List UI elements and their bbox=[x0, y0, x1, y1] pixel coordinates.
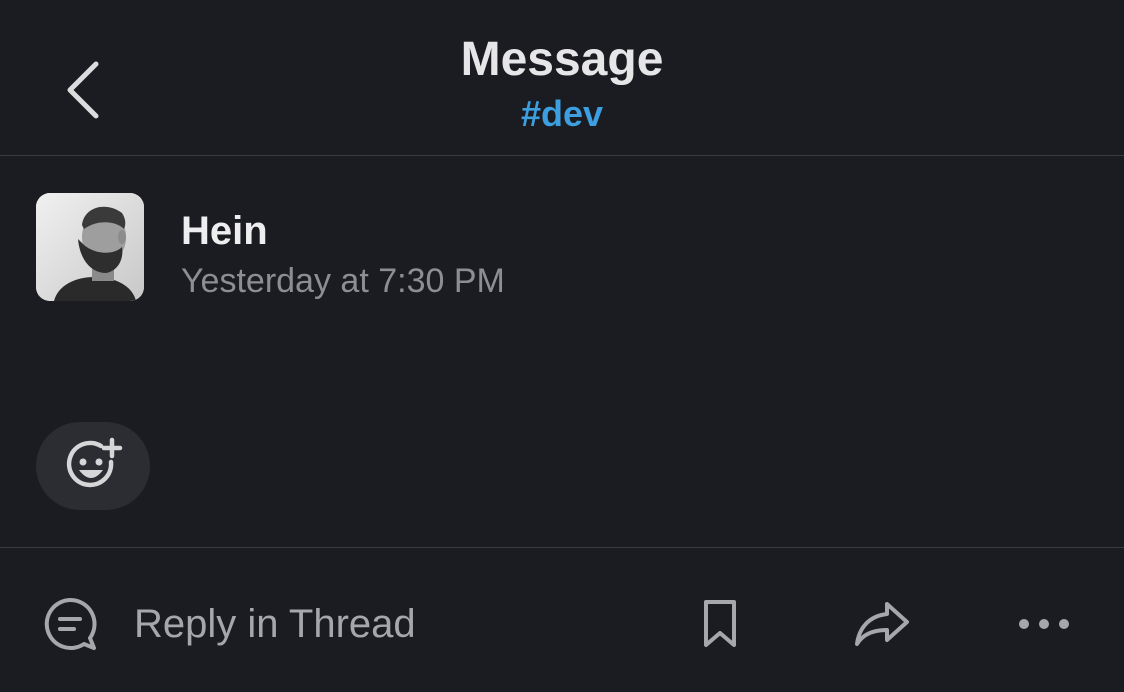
bookmark-icon bbox=[704, 600, 736, 647]
more-horizontal-icon bbox=[1019, 619, 1069, 629]
page-title: Message bbox=[460, 33, 664, 86]
more-actions-button[interactable] bbox=[1016, 588, 1072, 660]
header: Message #dev bbox=[0, 0, 1124, 156]
message-detail-screen: Message #dev Hein Yesterday at 7:30 PM R… bbox=[0, 0, 1124, 692]
message: Hein Yesterday at 7:30 PM bbox=[0, 156, 1124, 548]
add-emoji-icon bbox=[66, 437, 123, 488]
comment-bubble-icon bbox=[44, 597, 97, 650]
share-button[interactable] bbox=[852, 588, 912, 660]
add-reaction-button[interactable] bbox=[36, 422, 150, 510]
avatar[interactable] bbox=[36, 193, 144, 301]
user-avatar-image bbox=[36, 193, 144, 301]
message-timestamp: Yesterday at 7:30 PM bbox=[181, 262, 505, 300]
channel-link[interactable]: #dev bbox=[0, 92, 1124, 136]
save-button[interactable] bbox=[698, 588, 742, 660]
reply-in-thread-label: Reply in Thread bbox=[134, 602, 416, 646]
author-name[interactable]: Hein bbox=[181, 208, 268, 254]
reply-in-thread-button[interactable]: Reply in Thread bbox=[40, 588, 416, 660]
message-action-bar: Reply in Thread bbox=[0, 547, 1124, 692]
share-arrow-icon bbox=[855, 602, 909, 646]
